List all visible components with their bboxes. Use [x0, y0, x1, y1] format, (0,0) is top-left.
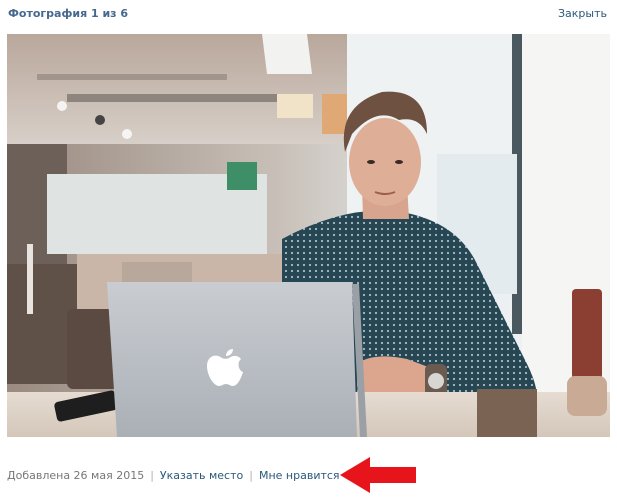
red-arrow-icon: [338, 455, 418, 498]
specify-place-link[interactable]: Указать место: [160, 469, 243, 482]
photo-illustration: [7, 34, 610, 437]
separator: |: [150, 469, 154, 482]
photo-footer: Добавлена 26 мая 2015 | Указать место | …: [7, 469, 382, 482]
photo-counter-title: Фотография 1 из 6: [8, 7, 129, 20]
close-link[interactable]: Закрыть: [558, 7, 607, 20]
separator: |: [249, 469, 253, 482]
photo-viewer-image[interactable]: [7, 34, 610, 437]
like-link[interactable]: Мне нравится: [259, 469, 340, 482]
date-added-text: Добавлена 26 мая 2015: [7, 469, 145, 482]
